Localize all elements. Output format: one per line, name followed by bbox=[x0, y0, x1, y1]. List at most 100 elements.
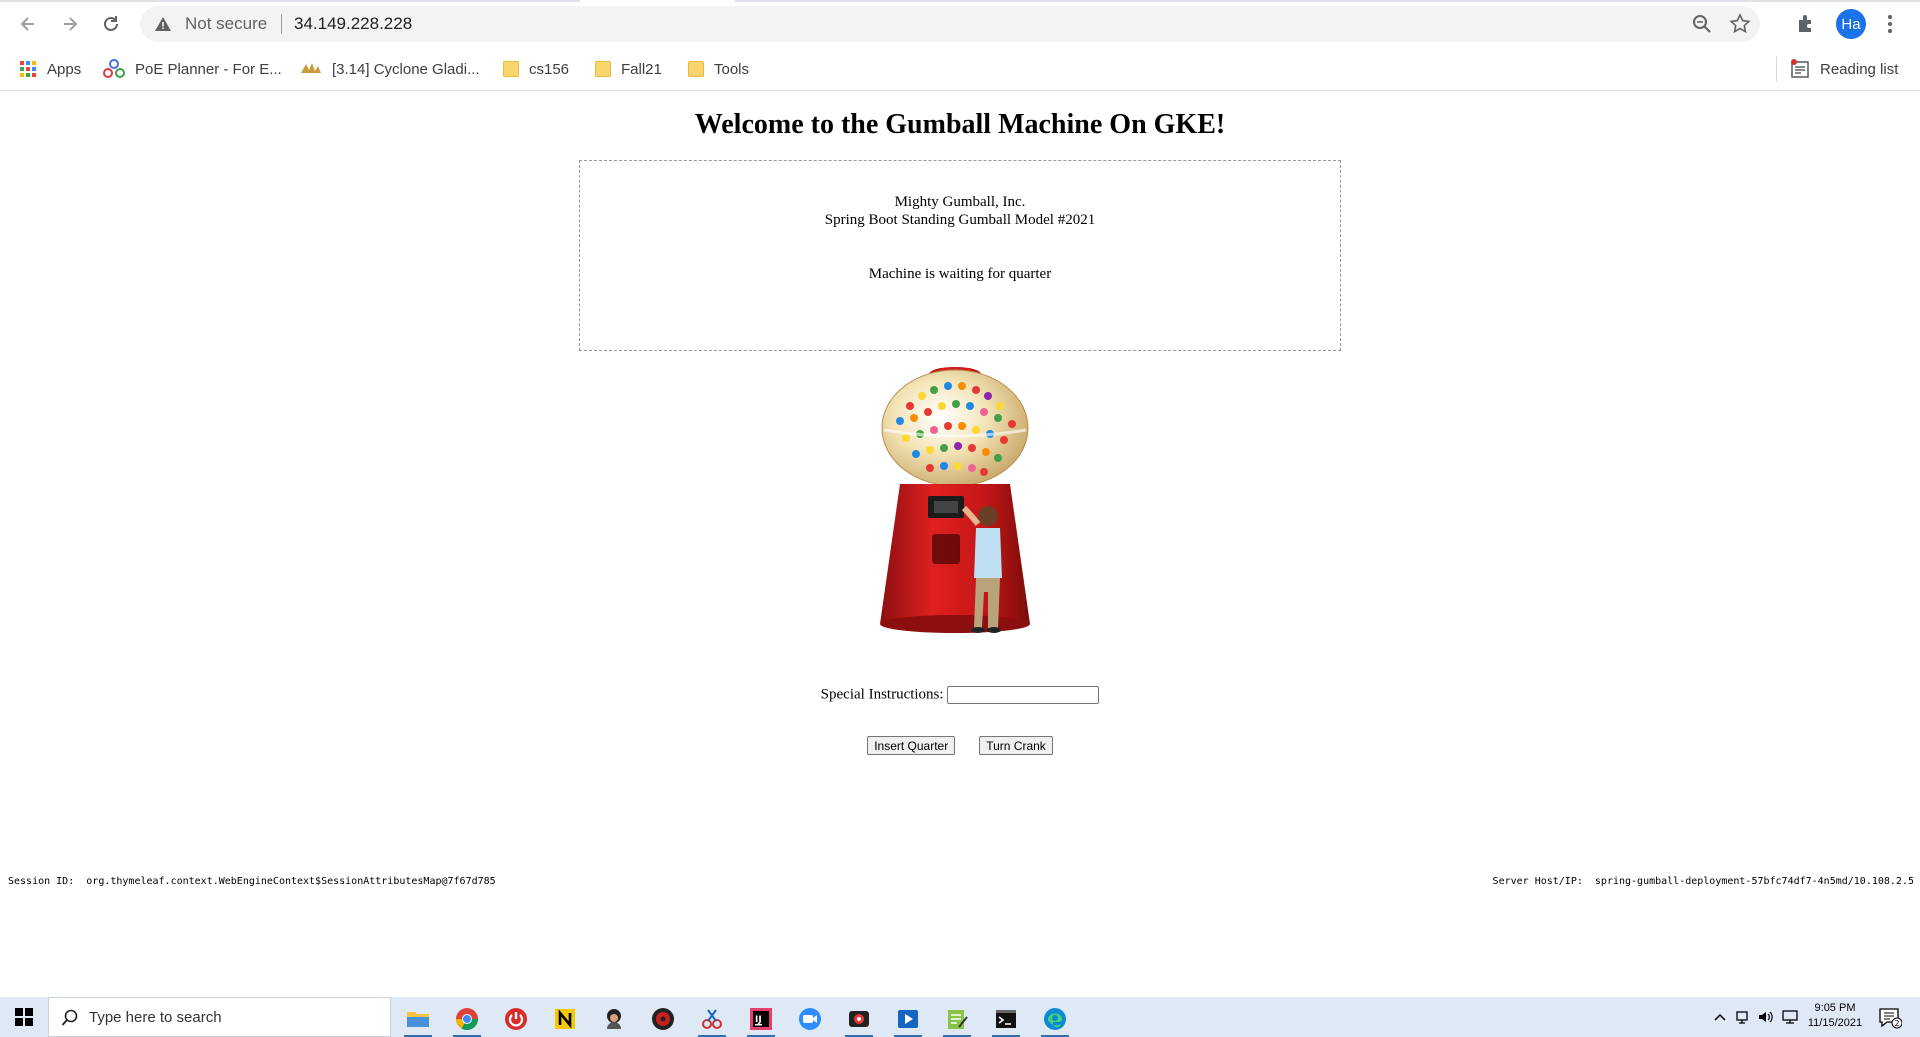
folder-icon bbox=[595, 61, 611, 77]
apps-grid-icon bbox=[19, 60, 37, 78]
taskbar-red-app[interactable] bbox=[643, 1001, 683, 1037]
warning-triangle-icon[interactable] bbox=[154, 16, 172, 32]
bookmark-label: Tools bbox=[714, 60, 750, 78]
machine-status-message: Machine is waiting for quarter bbox=[868, 266, 1052, 282]
file-explorer-icon bbox=[407, 1012, 429, 1027]
back-button[interactable] bbox=[14, 10, 42, 38]
taskbar-search-box[interactable]: Type here to search bbox=[48, 997, 391, 1037]
forward-button[interactable] bbox=[56, 10, 84, 38]
taskbar-chrome[interactable] bbox=[447, 1001, 487, 1037]
taskbar-terminal[interactable] bbox=[986, 1001, 1026, 1037]
bookmark-label: cs156 bbox=[529, 60, 570, 78]
meet-now-icon[interactable] bbox=[1735, 1009, 1751, 1025]
special-instructions-row: Special Instructions: bbox=[0, 686, 1920, 704]
special-instructions-label: Special Instructions: bbox=[820, 686, 944, 703]
taskbar-power-app[interactable] bbox=[496, 1001, 536, 1037]
bookmark-label: Apps bbox=[47, 60, 82, 78]
profile-avatar[interactable]: Ha bbox=[1836, 9, 1866, 39]
bookmark-cyclone-gladiator[interactable]: [3.14] Cyclone Gladi... bbox=[300, 58, 480, 80]
security-label[interactable]: Not secure bbox=[185, 14, 267, 34]
machine-status-panel: Mighty Gumball, Inc. Spring Boot Standin… bbox=[579, 160, 1341, 351]
taskbar-file-explorer[interactable] bbox=[398, 1001, 438, 1037]
svg-text:IJ: IJ bbox=[755, 1015, 762, 1025]
forum-site-icon bbox=[300, 61, 322, 77]
action-buttons: Insert Quarter Turn Crank bbox=[0, 736, 1920, 755]
notepad-icon bbox=[948, 1010, 968, 1029]
bookmark-folder-cs156[interactable]: cs156 bbox=[503, 58, 569, 80]
zoom-icon[interactable] bbox=[1692, 14, 1712, 34]
notification-center-button[interactable]: 2 bbox=[1878, 1007, 1903, 1034]
power-app-icon bbox=[505, 1008, 527, 1030]
extensions-puzzle-icon[interactable] bbox=[1795, 12, 1817, 34]
insert-quarter-button[interactable]: Insert Quarter bbox=[867, 736, 956, 755]
search-icon bbox=[61, 1009, 78, 1026]
server-host-text: Server Host/IP: spring-gumball-deploymen… bbox=[1493, 876, 1914, 887]
terminal-icon bbox=[996, 1010, 1016, 1028]
taskbar-recorder[interactable] bbox=[839, 1001, 879, 1037]
url-text[interactable]: 34.149.228.228 bbox=[294, 14, 412, 34]
company-name: Mighty Gumball, Inc. bbox=[894, 194, 1026, 210]
server-host-value: spring-gumball-deployment-57bfc74df7-4n5… bbox=[1594, 876, 1914, 887]
tray-chevron-up-icon[interactable] bbox=[1713, 1011, 1727, 1023]
back-arrow-icon bbox=[20, 17, 34, 31]
session-id-label: Session ID: bbox=[8, 876, 75, 887]
recorder-icon bbox=[849, 1011, 869, 1027]
session-id-text: Session ID: org.thymeleaf.context.WebEng… bbox=[8, 876, 496, 887]
bookmark-poe-planner[interactable]: PoE Planner - For E... bbox=[103, 58, 282, 80]
media-player-icon bbox=[898, 1010, 918, 1028]
clock-date: 11/15/2021 bbox=[1807, 1017, 1863, 1029]
turn-crank-button[interactable]: Turn Crank bbox=[979, 736, 1053, 755]
special-instructions-input[interactable] bbox=[947, 686, 1100, 704]
gumball-machine-image bbox=[880, 367, 1030, 633]
bookmark-label: PoE Planner - For E... bbox=[135, 60, 282, 78]
bookmark-apps[interactable]: Apps bbox=[19, 58, 81, 80]
bookmarks-bar: Apps PoE Planner - For E... [3.14] Cyclo… bbox=[0, 48, 1920, 91]
taskbar-snip-tool[interactable] bbox=[692, 1001, 732, 1037]
machine-model: Spring Boot Standing Gumball Model #2021 bbox=[824, 212, 1096, 228]
volume-icon[interactable] bbox=[1757, 1009, 1775, 1025]
taskbar-search-placeholder: Type here to search bbox=[89, 1009, 222, 1026]
start-button[interactable] bbox=[0, 997, 48, 1037]
reload-icon bbox=[104, 16, 118, 31]
address-bar[interactable]: Not secure 34.149.228.228 bbox=[140, 6, 1760, 42]
notification-count: 2 bbox=[1895, 1019, 1900, 1028]
avatar-app-icon bbox=[607, 1009, 621, 1029]
forward-arrow-icon bbox=[64, 17, 78, 31]
bookmark-label: Fall21 bbox=[621, 60, 662, 78]
bookmark-star-icon[interactable] bbox=[1728, 12, 1752, 36]
intellij-icon: IJ bbox=[750, 1008, 772, 1030]
server-host-label: Server Host/IP: bbox=[1492, 876, 1583, 887]
taskbar-media-player[interactable] bbox=[888, 1001, 928, 1037]
taskbar-zoom[interactable] bbox=[790, 1001, 830, 1037]
folder-icon bbox=[688, 61, 704, 77]
windows-logo-icon bbox=[15, 1008, 33, 1026]
taskbar-clock[interactable]: 9:05 PM 11/15/2021 bbox=[1800, 1001, 1870, 1031]
omnibox-separator bbox=[281, 14, 282, 34]
notification-icon: 2 bbox=[1879, 1008, 1903, 1029]
reload-button[interactable] bbox=[97, 10, 125, 38]
windows-taskbar: Type here to search IJ 9:05 PM 11/15/202… bbox=[0, 997, 1920, 1037]
taskbar-notion-style-app[interactable] bbox=[545, 1001, 585, 1037]
session-id-value: org.thymeleaf.context.WebEngineContext$S… bbox=[86, 876, 496, 887]
taskbar-intellij[interactable]: IJ bbox=[741, 1001, 781, 1037]
edge-icon bbox=[1044, 1008, 1066, 1030]
taskbar-avatar-app[interactable] bbox=[594, 1001, 634, 1037]
chrome-icon bbox=[456, 1008, 478, 1030]
snip-tool-icon bbox=[702, 1009, 722, 1029]
reading-list-button[interactable]: Reading list bbox=[1790, 58, 1898, 80]
page-content: Welcome to the Gumball Machine On GKE! M… bbox=[0, 91, 1920, 997]
bookmark-folder-fall21[interactable]: Fall21 bbox=[595, 58, 662, 80]
red-app-icon bbox=[652, 1008, 674, 1030]
folder-icon bbox=[503, 61, 519, 77]
menu-dots-icon[interactable] bbox=[1880, 12, 1900, 36]
bookmark-folder-tools[interactable]: Tools bbox=[688, 58, 749, 80]
browser-toolbar: Not secure 34.149.228.228 Ha bbox=[0, 0, 1920, 48]
taskbar-notepad[interactable] bbox=[937, 1001, 977, 1037]
bookmarks-separator bbox=[1776, 56, 1777, 82]
network-icon[interactable] bbox=[1781, 1009, 1799, 1025]
reading-list-label: Reading list bbox=[1820, 60, 1899, 78]
bookmark-label: [3.14] Cyclone Gladi... bbox=[332, 60, 480, 78]
poe-planner-icon bbox=[103, 59, 125, 79]
taskbar-edge[interactable] bbox=[1035, 1001, 1075, 1037]
page-title: Welcome to the Gumball Machine On GKE! bbox=[694, 109, 1226, 140]
